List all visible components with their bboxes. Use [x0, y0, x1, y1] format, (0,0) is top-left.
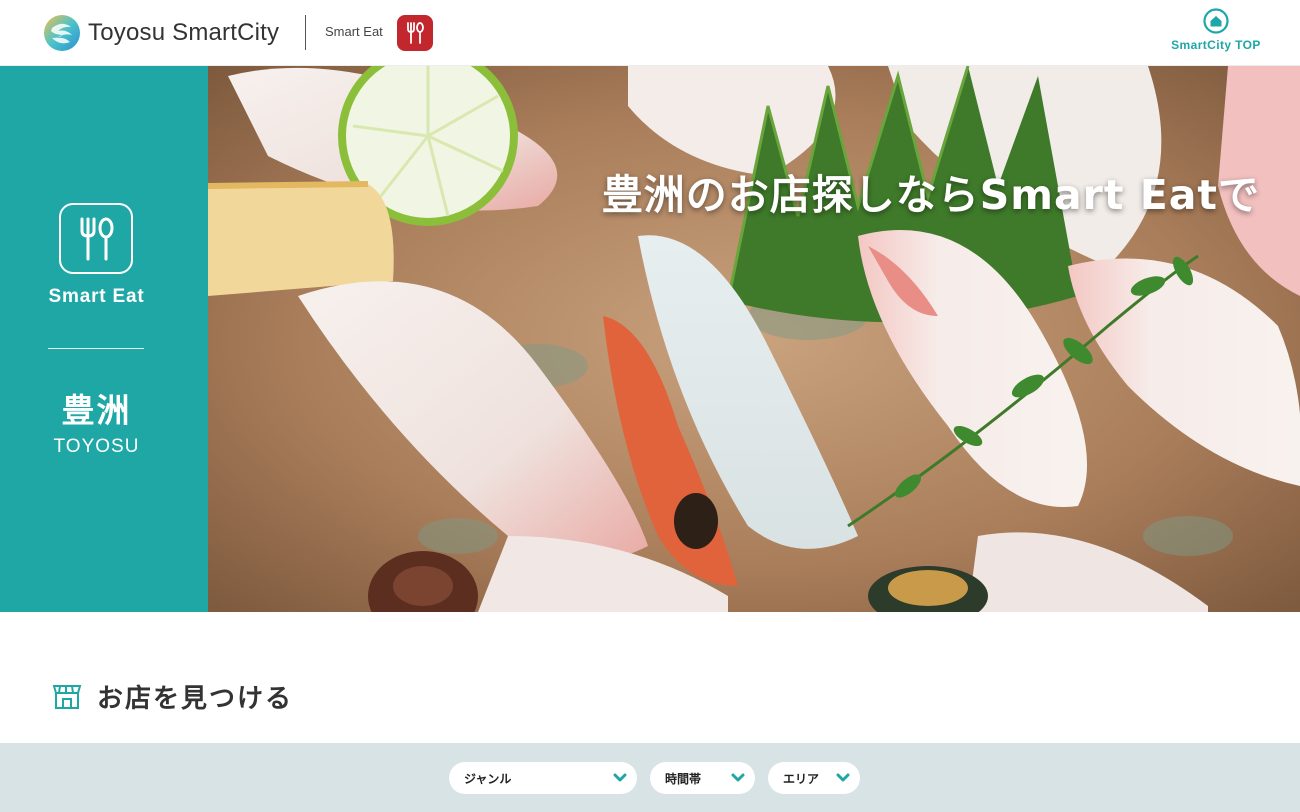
section-title: お店を見つける: [97, 683, 294, 714]
hero-banner: Smart Eat 豊洲 TOYOSU 豊洲のお店探しならSmart Eatで: [0, 66, 1300, 612]
brand-name: Toyosu SmartCity: [88, 19, 280, 46]
area-filter-dropdown[interactable]: エリア: [768, 762, 860, 794]
chevron-down-icon: [613, 773, 627, 782]
time-filter-dropdown[interactable]: 時間帯: [650, 762, 755, 794]
site-header: Toyosu SmartCity Smart Eat SmartCity TOP: [0, 0, 1300, 66]
smartcity-top-label: SmartCity TOP: [1171, 38, 1261, 52]
area-name-jp: 豊洲: [61, 391, 132, 430]
smart-eat-badge[interactable]: [397, 15, 433, 51]
hero-headline: 豊洲のお店探しならSmart Eatで: [601, 171, 1260, 219]
chevron-down-icon: [836, 773, 850, 782]
hero-side-divider: [48, 348, 144, 349]
area-name-en: TOYOSU: [53, 436, 140, 457]
area-filter-label: エリア: [783, 771, 820, 786]
smart-eat-logo-box: [59, 203, 133, 274]
smartcity-top-link[interactable]: SmartCity TOP: [1166, 8, 1266, 52]
chevron-down-icon: [731, 773, 745, 782]
filter-bar: ジャンル 時間帯 エリア: [0, 743, 1300, 812]
hero-side-label: Smart Eat: [48, 286, 145, 307]
hero-side-panel: Smart Eat 豊洲 TOYOSU: [0, 66, 208, 612]
header-divider: [305, 15, 306, 50]
fork-spoon-icon: [80, 217, 114, 260]
find-shops-heading: お店を見つける: [51, 676, 293, 716]
sub-brand-label: Smart Eat: [325, 24, 383, 39]
swirl-logo-icon: [44, 15, 80, 51]
genre-filter-label: ジャンル: [464, 771, 512, 786]
sushi-illustration: [208, 66, 1300, 612]
time-filter-label: 時間帯: [665, 771, 702, 786]
brand-link[interactable]: Toyosu SmartCity: [43, 14, 279, 52]
genre-filter-dropdown[interactable]: ジャンル: [449, 762, 637, 794]
shop-icon: [52, 685, 82, 709]
hero-sushi-photo: 豊洲のお店探しならSmart Eatで: [208, 66, 1300, 612]
fork-spoon-icon: [407, 22, 424, 44]
home-icon: [1203, 8, 1229, 34]
